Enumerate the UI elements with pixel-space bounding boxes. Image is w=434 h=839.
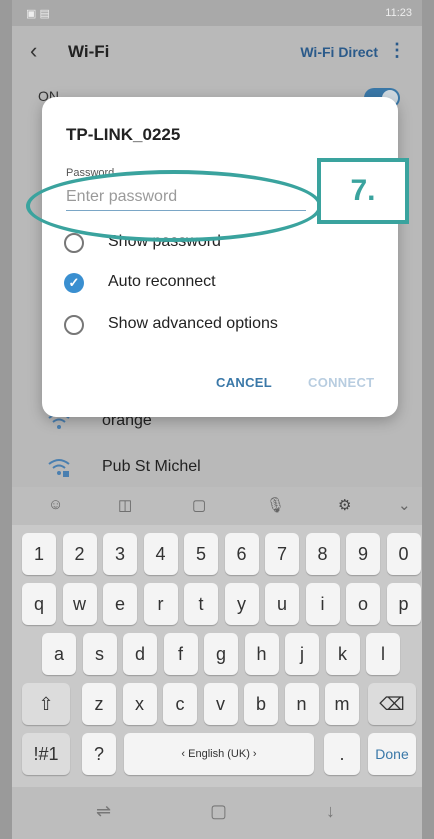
- key-z[interactable]: z: [82, 683, 116, 725]
- key-c[interactable]: c: [163, 683, 197, 725]
- key-period[interactable]: .: [324, 733, 360, 775]
- space-key[interactable]: ‹ English (UK) ›: [124, 733, 314, 775]
- key-5[interactable]: 5: [184, 533, 218, 575]
- network-name: Pub St Michel: [102, 458, 201, 475]
- key-m[interactable]: m: [325, 683, 359, 725]
- key-j[interactable]: j: [285, 633, 319, 675]
- key-8[interactable]: 8: [305, 533, 340, 575]
- key-v[interactable]: v: [203, 683, 238, 725]
- wifi-signal-icon: [48, 459, 70, 477]
- sticker-icon[interactable]: ◫: [118, 496, 132, 514]
- navigation-bar: ⇌ ▢ ↓: [12, 787, 422, 839]
- key-k[interactable]: k: [325, 633, 360, 675]
- key-b[interactable]: b: [244, 683, 278, 725]
- key-d[interactable]: d: [123, 633, 157, 675]
- key-p[interactable]: p: [386, 583, 421, 625]
- key-l[interactable]: l: [366, 633, 400, 675]
- on-screen-keyboard: ☺ ◫ ▢ 🎙 ⚙ ⌄ 1234567890 qwertyuiop asdfghjk…: [12, 487, 422, 787]
- key-u[interactable]: u: [265, 583, 299, 625]
- network-item[interactable]: Pub St Michel: [12, 446, 422, 490]
- emoji-icon[interactable]: ☺: [48, 496, 63, 513]
- key-a[interactable]: a: [42, 633, 76, 675]
- key-f[interactable]: f: [163, 633, 198, 675]
- backspace-key[interactable]: ⌫: [368, 683, 416, 725]
- settings-gear-icon[interactable]: ⚙: [338, 496, 351, 514]
- key-s[interactable]: s: [82, 633, 117, 675]
- advanced-options-checkbox[interactable]: [64, 315, 84, 335]
- highlight-ellipse: [26, 170, 322, 242]
- back-arrow-icon[interactable]: ‹: [30, 38, 37, 64]
- symbols-key[interactable]: !#1: [22, 733, 70, 775]
- key-t[interactable]: t: [184, 583, 218, 625]
- auto-reconnect-checkbox[interactable]: ✓: [64, 273, 84, 293]
- key-3[interactable]: 3: [103, 533, 137, 575]
- chevron-down-icon[interactable]: ⌄: [398, 496, 411, 514]
- microphone-icon[interactable]: 🎙: [266, 496, 285, 514]
- key-r[interactable]: r: [143, 583, 178, 625]
- status-time: 11:23: [385, 7, 412, 19]
- auto-reconnect-label: Auto reconnect: [108, 273, 216, 290]
- page-title: Wi-Fi: [68, 42, 110, 61]
- key-g[interactable]: g: [204, 633, 238, 675]
- shift-key[interactable]: ⇧: [22, 683, 70, 725]
- key-w[interactable]: w: [62, 583, 97, 625]
- key-7[interactable]: 7: [265, 533, 299, 575]
- key-e[interactable]: e: [103, 583, 137, 625]
- app-bar: ‹ Wi-Fi Wi-Fi Direct ⋮: [12, 26, 422, 78]
- key-6[interactable]: 6: [224, 533, 259, 575]
- show-password-checkbox[interactable]: [64, 233, 84, 253]
- key-x[interactable]: x: [122, 683, 157, 725]
- key-9[interactable]: 9: [346, 533, 380, 575]
- key-q[interactable]: q: [22, 583, 56, 625]
- step-number-badge: 7.: [317, 158, 409, 224]
- wifi-direct-button[interactable]: Wi-Fi Direct: [300, 44, 378, 60]
- done-key[interactable]: Done: [368, 733, 416, 775]
- key-h[interactable]: h: [244, 633, 279, 675]
- keyboard-toolbar: ☺ ◫ ▢ 🎙 ⚙ ⌄: [12, 487, 422, 525]
- key-4[interactable]: 4: [143, 533, 178, 575]
- key-i[interactable]: i: [305, 583, 340, 625]
- key-2[interactable]: 2: [62, 533, 97, 575]
- more-options-icon[interactable]: ⋮: [388, 40, 406, 61]
- advanced-options-label: Show advanced options: [108, 315, 278, 332]
- key-question[interactable]: ?: [82, 733, 116, 775]
- connect-button[interactable]: CONNECT: [308, 375, 374, 390]
- wifi-password-dialog: TP-LINK_0225 Password Show password ✓ Au…: [42, 97, 398, 417]
- gif-icon[interactable]: ▢: [192, 496, 206, 514]
- status-bar: ▣ ▤ 11:23: [12, 0, 422, 26]
- key-y[interactable]: y: [224, 583, 259, 625]
- notification-icons: ▣ ▤: [26, 8, 50, 20]
- key-o[interactable]: o: [346, 583, 380, 625]
- network-title: TP-LINK_0225: [66, 125, 181, 144]
- home-icon[interactable]: ▢: [210, 801, 227, 822]
- key-0[interactable]: 0: [386, 533, 421, 575]
- cancel-button[interactable]: CANCEL: [216, 375, 272, 390]
- key-n[interactable]: n: [284, 683, 319, 725]
- back-icon[interactable]: ↓: [326, 801, 335, 822]
- key-1[interactable]: 1: [22, 533, 56, 575]
- recent-apps-icon[interactable]: ⇌: [96, 801, 111, 822]
